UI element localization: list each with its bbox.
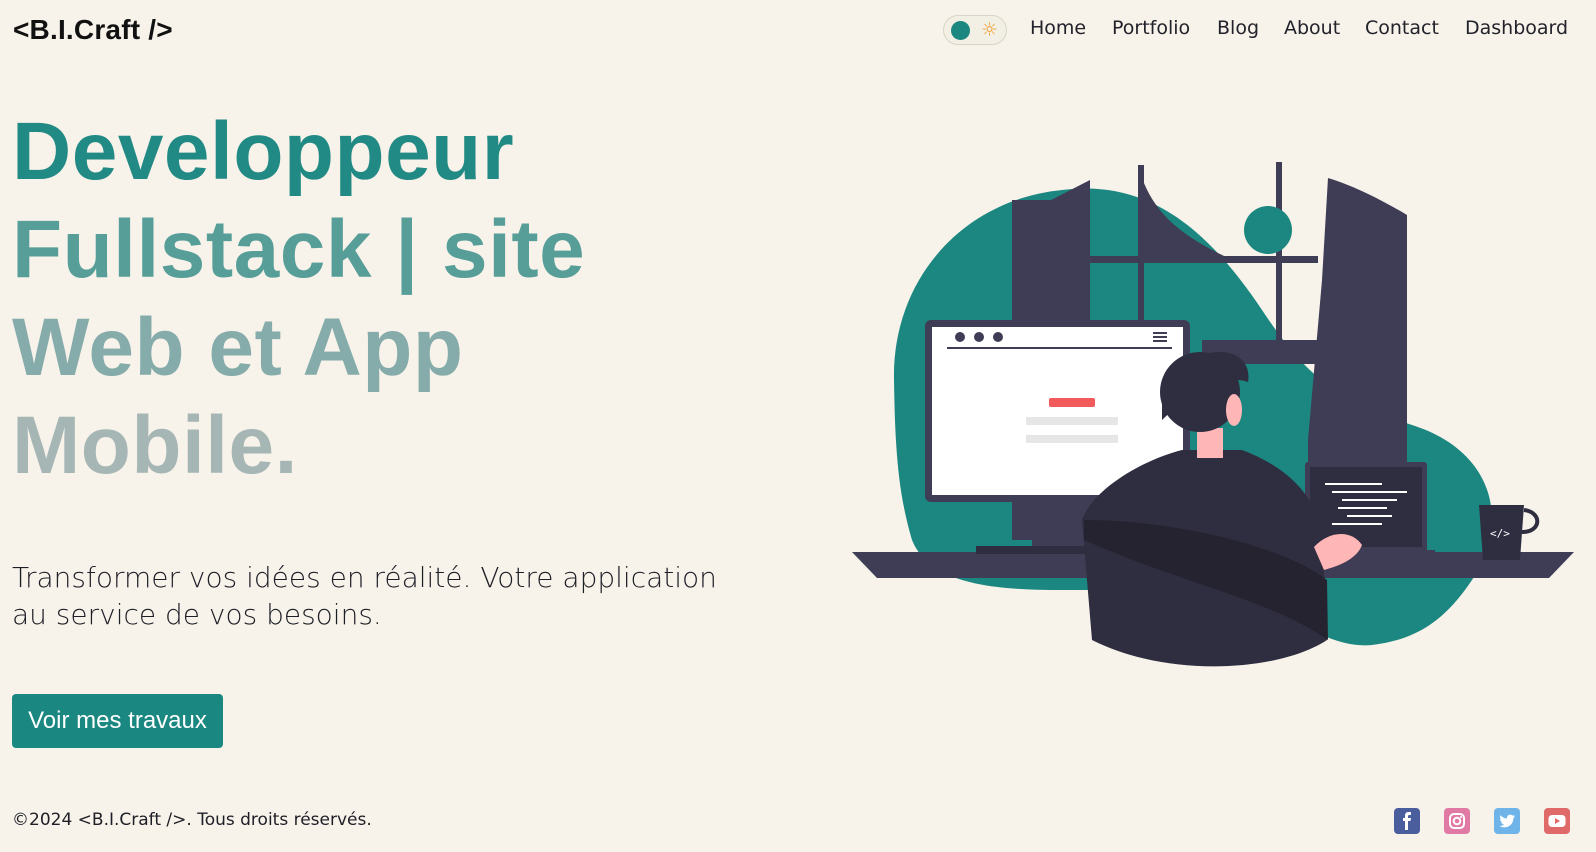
theme-toggle[interactable]: ☼ (943, 15, 1007, 45)
hero-title-line-2: Fullstack | site (12, 204, 586, 295)
instagram-icon[interactable] (1444, 808, 1470, 834)
nav-about[interactable]: About (1284, 17, 1340, 39)
footer-copyright: ©2024 <B.I.Craft />. Tous droits réservé… (12, 810, 372, 830)
mug-code-label: </> (1490, 527, 1510, 540)
youtube-icon[interactable] (1544, 808, 1570, 834)
site-header: <B.I.Craft /> ☼ Home Portfolio Blog Abou… (0, 0, 1596, 60)
nav-home[interactable]: Home (1030, 17, 1086, 39)
toggle-knob (951, 21, 970, 40)
hero-title-line-1: Developpeur (12, 106, 515, 197)
twitter-icon[interactable] (1494, 808, 1520, 834)
nav-portfolio[interactable]: Portfolio (1112, 17, 1190, 39)
facebook-icon[interactable] (1394, 808, 1420, 834)
nav-dashboard[interactable]: Dashboard (1465, 17, 1568, 39)
hero-title-line-4: Mobile. (12, 400, 298, 491)
sun-icon: ☼ (981, 19, 999, 41)
view-work-button[interactable]: Voir mes travaux (12, 694, 223, 748)
nav-contact[interactable]: Contact (1365, 17, 1439, 39)
hero-title-line-3: Web et App (12, 302, 464, 393)
site-logo[interactable]: <B.I.Craft /> (13, 14, 173, 46)
developer-at-desk-illustration: </> (852, 162, 1574, 667)
hero-title: Developpeur Fullstack | site Web et App … (12, 103, 732, 495)
hero-subtitle: Transformer vos idées en réalité. Votre … (12, 561, 717, 631)
sun-circle (1244, 206, 1292, 254)
nav-blog[interactable]: Blog (1217, 17, 1259, 39)
